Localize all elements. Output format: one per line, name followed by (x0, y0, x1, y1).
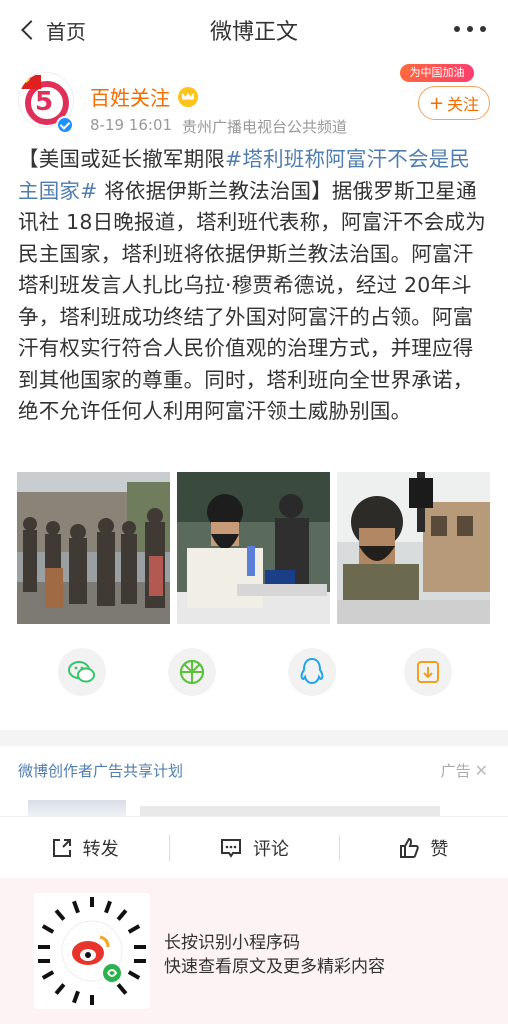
qq-icon (300, 657, 324, 685)
post-photo[interactable] (337, 472, 490, 624)
share-moments-button[interactable] (168, 648, 216, 696)
top-nav-bar: 首页 微博正文 (0, 0, 508, 60)
post-text-prefix: 【美国或延长撤军期限 (18, 147, 225, 171)
more-options-button[interactable] (454, 26, 486, 32)
comment-icon (220, 838, 241, 858)
follow-label: 关注 (447, 95, 480, 114)
like-label: 赞 (430, 838, 449, 860)
ad-tag[interactable]: 广告 ✕ (441, 760, 488, 781)
post-text: 【美国或延长撤军期限#塔利班称阿富汗不会是民主国家# 将依据伊斯兰教法治国】据俄… (18, 144, 490, 428)
more-dot-icon (480, 26, 486, 32)
thumbs-up-icon (400, 837, 420, 858)
ad-title-cropped (140, 806, 440, 816)
author-row: 百姓关注 (90, 82, 198, 111)
comment-label: 评论 (252, 838, 289, 860)
post-source: 贵州广播电视台公共频道 (182, 118, 348, 136)
avatar-logo-mark: 5 (35, 87, 54, 117)
promo-badge: 为中国加油 (400, 64, 474, 82)
more-dot-icon (467, 26, 473, 32)
close-icon: ✕ (474, 761, 488, 780)
moments-icon (179, 659, 205, 685)
like-button[interactable]: 赞 (338, 817, 508, 878)
save-image-button[interactable] (404, 648, 452, 696)
author-name[interactable]: 百姓关注 (90, 82, 170, 111)
ad-program-link[interactable]: 微博创作者广告共享计划 (18, 760, 183, 781)
ad-section: 微博创作者广告共享计划 广告 ✕ (0, 746, 508, 816)
mini-program-qr-code[interactable] (34, 893, 150, 1009)
post-meta: 8-19 16:01 贵州广播电视台公共频道 (90, 116, 347, 137)
save-image-icon (417, 661, 439, 683)
weibo-qr-icon (38, 897, 146, 1005)
post-photo[interactable] (17, 472, 170, 624)
repost-icon (52, 838, 71, 857)
share-qq-button[interactable] (288, 648, 336, 696)
repost-button[interactable]: 转发 (0, 817, 169, 878)
post-date: 8-19 16:01 (90, 116, 173, 134)
follow-button[interactable]: + 关注 (418, 86, 490, 120)
wechat-icon (68, 661, 95, 683)
plus-icon: + (428, 92, 445, 114)
vip-crown-icon (178, 86, 198, 107)
post-photo[interactable] (177, 472, 330, 624)
repost-label: 转发 (82, 838, 119, 860)
qr-footer: 长按识别小程序码 快速查看原文及更多精彩内容 (0, 878, 508, 1024)
more-dot-icon (454, 26, 460, 32)
photo-grid (17, 472, 491, 624)
comment-button[interactable]: 评论 (169, 817, 338, 878)
action-bar: 转发 评论 赞 (0, 816, 508, 878)
weibo-post: 5 百姓关注 8-19 16:01 贵州广播电视台公共频道 为中国加油 + 关注… (0, 60, 508, 730)
post-text-body: 将依据伊斯兰教法治国】据俄罗斯卫星通讯社 18日晚报道，塔利班代表称，阿富汗不会… (18, 178, 486, 424)
ad-thumbnail[interactable] (28, 800, 126, 816)
share-row (0, 648, 508, 696)
verified-badge-icon (56, 116, 74, 134)
ad-tag-label: 广告 (440, 762, 471, 780)
qr-instruction: 长按识别小程序码 (164, 933, 300, 953)
page-title: 微博正文 (209, 20, 298, 45)
china-flag-icon (21, 75, 41, 89)
share-wechat-button[interactable] (58, 648, 106, 696)
qr-description: 快速查看原文及更多精彩内容 (164, 957, 385, 977)
